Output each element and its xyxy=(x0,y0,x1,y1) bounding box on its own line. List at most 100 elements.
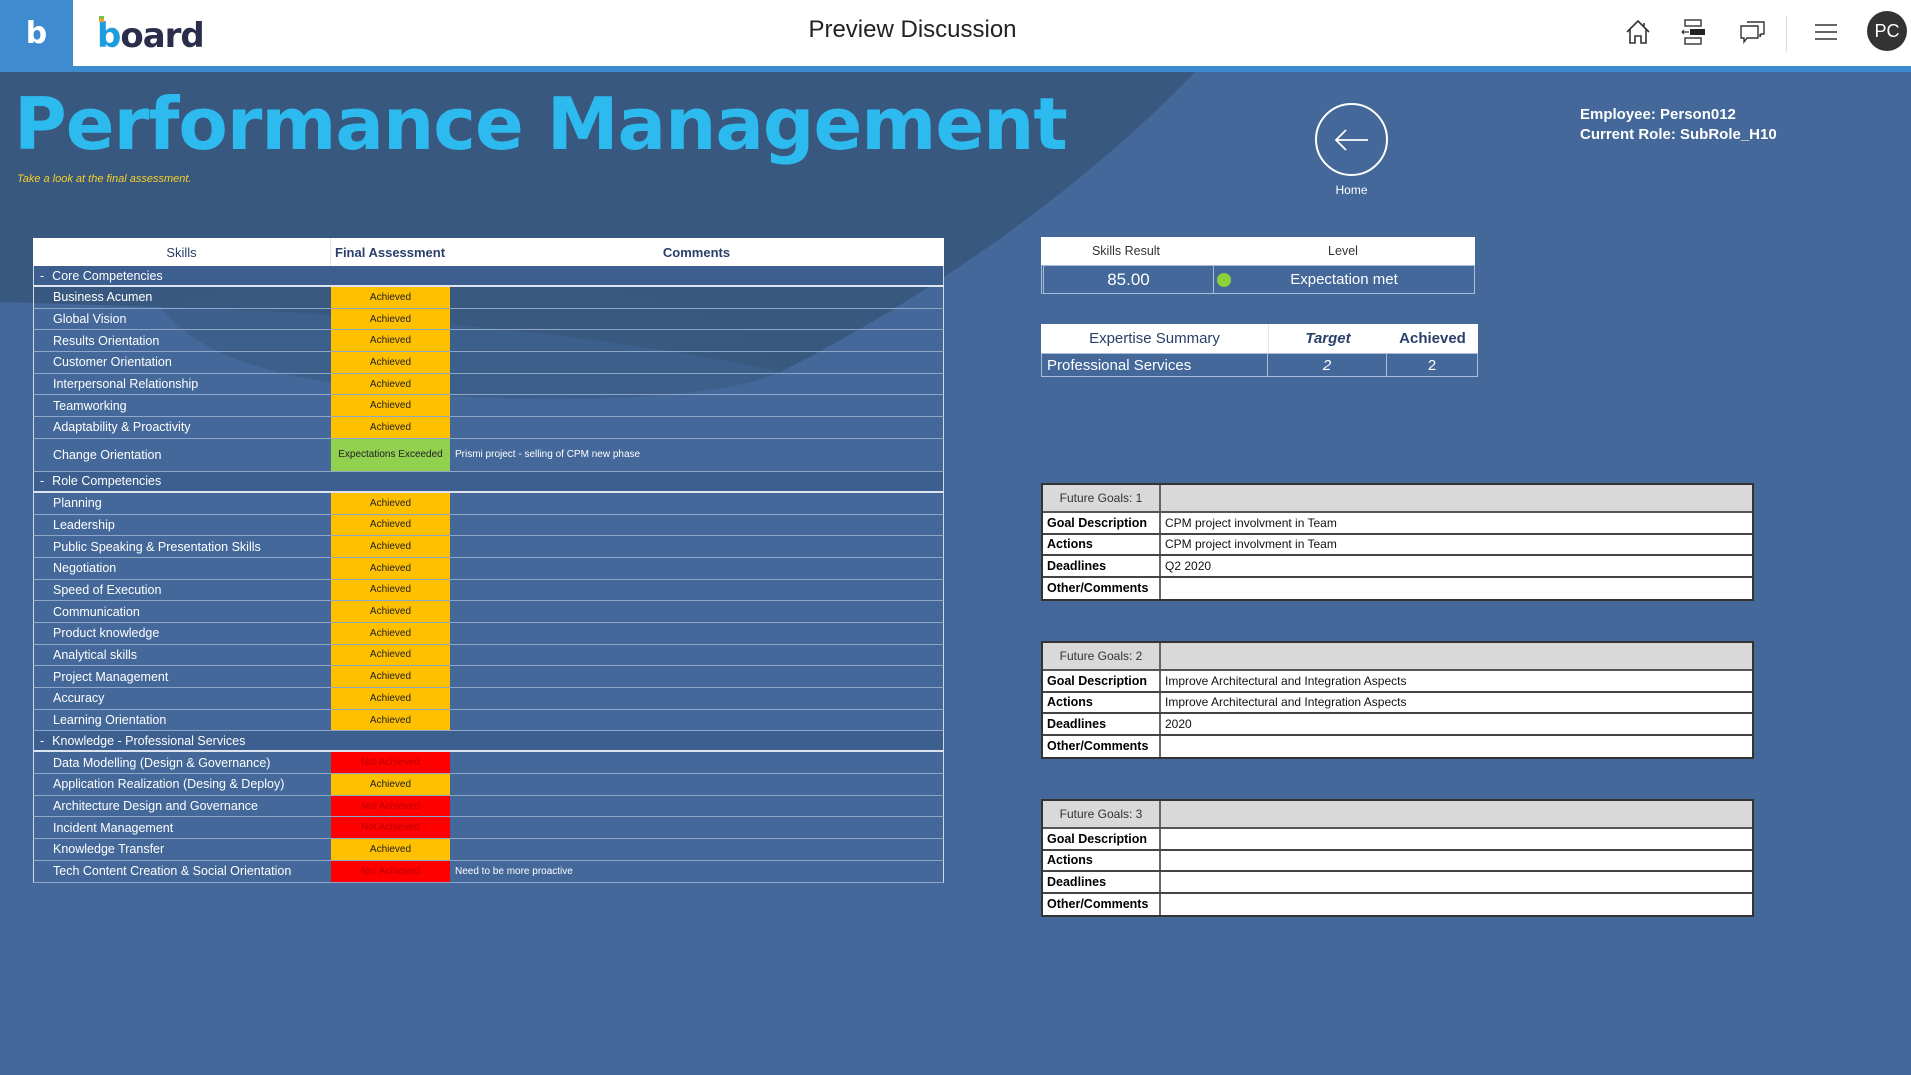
header-skills[interactable]: Skills xyxy=(33,238,330,266)
comment-cell[interactable] xyxy=(450,688,943,709)
final-assessment-cell[interactable]: Achieved xyxy=(331,395,450,417)
goal-field-value[interactable]: Q2 2020 xyxy=(1161,556,1752,576)
final-assessment-cell[interactable]: Achieved xyxy=(331,622,450,644)
final-assessment-cell[interactable]: Not Achieved xyxy=(331,860,450,882)
comment-cell[interactable] xyxy=(450,374,943,395)
final-assessment-cell[interactable]: Achieved xyxy=(331,839,450,860)
app-header: b b oard Preview Discussion PC xyxy=(0,0,1911,66)
final-assessment-cell[interactable]: Achieved xyxy=(331,557,450,579)
goal-field-value[interactable]: CPM project involvment in Team xyxy=(1161,535,1752,555)
skill-name: Communication xyxy=(53,604,140,619)
comment-cell[interactable] xyxy=(450,796,943,817)
final-assessment-cell[interactable]: Not Achieved xyxy=(331,752,450,774)
final-assessment-cell[interactable]: Achieved xyxy=(331,308,450,330)
comment-cell[interactable] xyxy=(450,752,943,773)
collapse-toggle-icon[interactable]: - xyxy=(40,269,44,283)
comment-cell[interactable]: Need to be more proactive xyxy=(450,861,943,882)
comment-cell[interactable] xyxy=(450,710,943,731)
header-comments[interactable]: Comments xyxy=(449,238,944,266)
comment-cell[interactable] xyxy=(450,493,943,514)
goal-field-value[interactable]: 2020 xyxy=(1161,714,1752,734)
comment-cell[interactable] xyxy=(450,558,943,579)
comment-cell[interactable] xyxy=(450,774,943,795)
group-row[interactable]: - Role Competencies xyxy=(33,471,944,493)
screen-title: Preview Discussion xyxy=(808,16,1017,43)
final-assessment-cell[interactable]: Achieved xyxy=(331,514,450,536)
table-row: Change Orientation Expectations Exceeded P… xyxy=(33,438,944,472)
group-row[interactable]: - Core Competencies xyxy=(33,266,944,287)
goal-field-value[interactable]: Improve Architectural and Integration As… xyxy=(1161,693,1752,713)
comment-cell[interactable] xyxy=(450,601,943,622)
goal-field-value[interactable] xyxy=(1161,578,1752,600)
home-nav-button[interactable] xyxy=(1620,14,1656,50)
header-final-assessment[interactable]: Final Assessment xyxy=(330,238,449,266)
group-row[interactable]: - Knowledge - Professional Services xyxy=(33,731,944,753)
final-assessment-cell[interactable]: Achieved xyxy=(331,709,450,731)
final-assessment-cell[interactable]: Achieved xyxy=(331,579,450,601)
final-assessment-cell[interactable]: Achieved xyxy=(331,330,450,352)
expertise-row: Professional Services 2 2 xyxy=(1041,353,1478,377)
comment-cell[interactable] xyxy=(450,330,943,351)
goal-row: Actions Improve Architectural and Integra… xyxy=(1043,692,1752,714)
collapse-toggle-icon[interactable]: - xyxy=(40,734,44,748)
comment-cell[interactable] xyxy=(450,417,943,438)
final-assessment-cell[interactable]: Achieved xyxy=(331,666,450,687)
final-assessment-cell[interactable]: Achieved xyxy=(331,352,450,373)
page-title: Performance Management xyxy=(14,82,1068,166)
final-assessment-cell[interactable]: Achieved xyxy=(331,287,450,308)
goal-field-value[interactable] xyxy=(1161,851,1752,871)
final-assessment-cell[interactable]: Expectations Exceeded xyxy=(331,438,450,471)
final-assessment-cell[interactable]: Not Achieved xyxy=(331,795,450,817)
comment-cell[interactable] xyxy=(450,395,943,416)
comment-cell[interactable] xyxy=(450,839,943,860)
final-assessment-cell[interactable]: Achieved xyxy=(331,644,450,666)
final-assessment-cell[interactable]: Achieved xyxy=(331,536,450,557)
comment-cell[interactable] xyxy=(450,666,943,687)
comment-cell[interactable] xyxy=(450,515,943,536)
final-assessment-cell[interactable]: Achieved xyxy=(331,601,450,622)
home-label: Home xyxy=(1335,183,1368,197)
discussion-button[interactable] xyxy=(1735,14,1771,50)
user-avatar[interactable]: PC xyxy=(1867,11,1907,51)
final-assessment-cell[interactable]: Achieved xyxy=(331,492,450,514)
goal-field-value[interactable] xyxy=(1161,872,1752,892)
goal-row: Deadlines Q2 2020 xyxy=(1043,556,1752,578)
header-accent-bar xyxy=(0,66,1911,72)
goal-field-value[interactable] xyxy=(1161,829,1752,849)
skill-name: Leadership xyxy=(53,517,115,532)
skill-name: Architecture Design and Governance xyxy=(53,799,258,814)
goal-field-value[interactable]: Improve Architectural and Integration As… xyxy=(1161,671,1752,691)
collapse-toggle-icon[interactable]: - xyxy=(40,474,44,488)
layout-panel-button[interactable] xyxy=(1676,14,1712,50)
final-assessment-cell[interactable]: Achieved xyxy=(331,774,450,795)
final-assessment-cell[interactable]: Achieved xyxy=(331,688,450,709)
skill-name: Results Orientation xyxy=(53,333,160,348)
comment-cell[interactable] xyxy=(450,352,943,373)
comment-cell[interactable] xyxy=(450,287,943,308)
goal-title: Future Goals: 3 xyxy=(1043,801,1161,827)
layout-panel-icon xyxy=(1681,19,1705,45)
comment-cell[interactable] xyxy=(450,580,943,601)
goal-row: Actions CPM project involvment in Team xyxy=(1043,534,1752,556)
comment-cell[interactable] xyxy=(450,536,943,557)
table-row: Architecture Design and Governance Not Ac… xyxy=(33,795,944,818)
final-assessment-cell[interactable]: Achieved xyxy=(331,417,450,438)
goal-field-value[interactable] xyxy=(1161,736,1752,758)
comment-cell[interactable] xyxy=(450,817,943,838)
table-row: Interpersonal Relationship Achieved xyxy=(33,373,944,396)
skill-name: Application Realization (Desing & Deploy… xyxy=(53,777,285,792)
goal-field-value[interactable]: CPM project involvment in Team xyxy=(1161,513,1752,533)
comment-cell[interactable] xyxy=(450,309,943,330)
final-assessment-cell[interactable]: Not Achieved xyxy=(331,817,450,839)
home-back-button[interactable] xyxy=(1315,103,1388,176)
final-assessment-cell[interactable]: Achieved xyxy=(331,373,450,395)
main-menu-button[interactable] xyxy=(1808,14,1844,50)
comment-cell[interactable]: Prismi project - selling of CPM new phas… xyxy=(450,439,943,471)
goal-field-value[interactable] xyxy=(1161,894,1752,916)
skill-name: Data Modelling (Design & Governance) xyxy=(53,755,271,770)
comment-cell[interactable] xyxy=(450,645,943,666)
skills-result-row: 85.00 Expectation met xyxy=(1041,265,1475,294)
comment-cell[interactable] xyxy=(450,623,943,644)
goal-row: Other/Comments xyxy=(1043,577,1752,600)
table-row: Leadership Achieved xyxy=(33,514,944,537)
